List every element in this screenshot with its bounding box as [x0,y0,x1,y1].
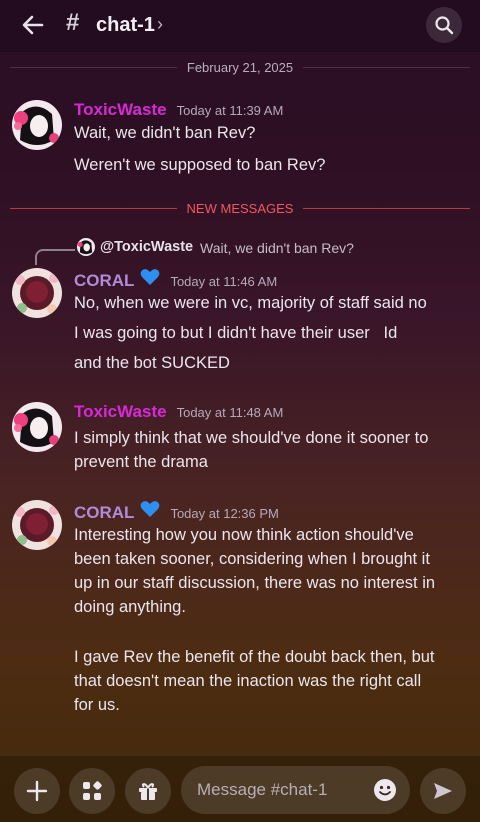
message-text: doing anything. [74,598,186,616]
reply-connector [35,249,75,265]
date-divider-label: February 21, 2025 [186,59,294,75]
avatar[interactable] [12,100,62,150]
username[interactable]: ToxicWaste [74,402,167,422]
message-text: prevent the drama [74,453,208,471]
channel-name[interactable]: chat-1 [96,14,155,37]
username[interactable]: CORAL [74,503,134,523]
new-messages-label: NEW MESSAGES [186,200,294,216]
blue-heart-icon [141,269,160,285]
blue-heart-icon [141,501,160,517]
message-text: that doesn't mean the inaction was the r… [74,672,422,690]
message-header: ToxicWaste Today at 11:39 AM [74,100,283,120]
message-header: CORAL Today at 11:46 AM [74,268,277,291]
message-text: up in our staff discussion, there was no… [74,574,436,592]
send-button[interactable] [420,768,466,814]
avatar[interactable] [12,500,62,550]
search-button[interactable] [426,7,462,43]
timestamp: Today at 11:46 AM [170,274,278,289]
arrow-left-icon[interactable] [20,12,46,38]
message-header: CORAL Today at 12:36 PM [74,500,279,523]
message-text: for us. [74,696,120,714]
gift-button[interactable] [125,768,171,814]
reply-avatar [77,238,95,256]
username[interactable]: CORAL [74,271,134,291]
message-text: Interesting how you now think action sho… [74,526,414,544]
timestamp: Today at 12:36 PM [170,506,279,521]
date-divider: February 21, 2025 [10,59,471,75]
apps-icon [83,781,102,800]
emoji-icon[interactable] [372,777,398,803]
chevron-right-icon[interactable]: › [157,14,163,35]
timestamp: Today at 11:39 AM [176,103,284,118]
reply-username[interactable]: @ToxicWaste [100,239,193,255]
channel-hash-icon: # [66,9,80,36]
search-icon [435,16,454,35]
message-text: I simply think that we should've done it… [74,429,429,447]
message-text: No, when we were in vc, majority of staf… [74,294,427,312]
username[interactable]: ToxicWaste [74,100,167,120]
timestamp: Today at 11:48 AM [176,405,284,420]
apps-button[interactable] [69,768,115,814]
gift-icon [139,783,157,800]
message-text: Weren't we supposed to ban Rev? [74,156,326,174]
reply-preview[interactable]: Wait, we didn't ban Rev? [200,240,354,256]
message-text: been taken sooner, considering when I br… [74,550,430,568]
new-messages-divider: NEW MESSAGES [10,200,471,216]
message-text: I gave Rev the benefit of the doubt back… [74,648,435,666]
avatar[interactable] [12,268,62,318]
message-text: and the bot SUCKED [74,354,230,372]
add-attachment-button[interactable] [14,768,60,814]
message-text: Wait, we didn't ban Rev? [74,124,256,142]
plus-icon [26,780,48,802]
send-icon [434,783,452,799]
avatar[interactable] [12,402,62,452]
message-header: ToxicWaste Today at 11:48 AM [74,402,283,422]
channel-header: # chat-1 › [0,0,480,52]
message-text: I was going to but I didn't have their u… [74,324,398,342]
